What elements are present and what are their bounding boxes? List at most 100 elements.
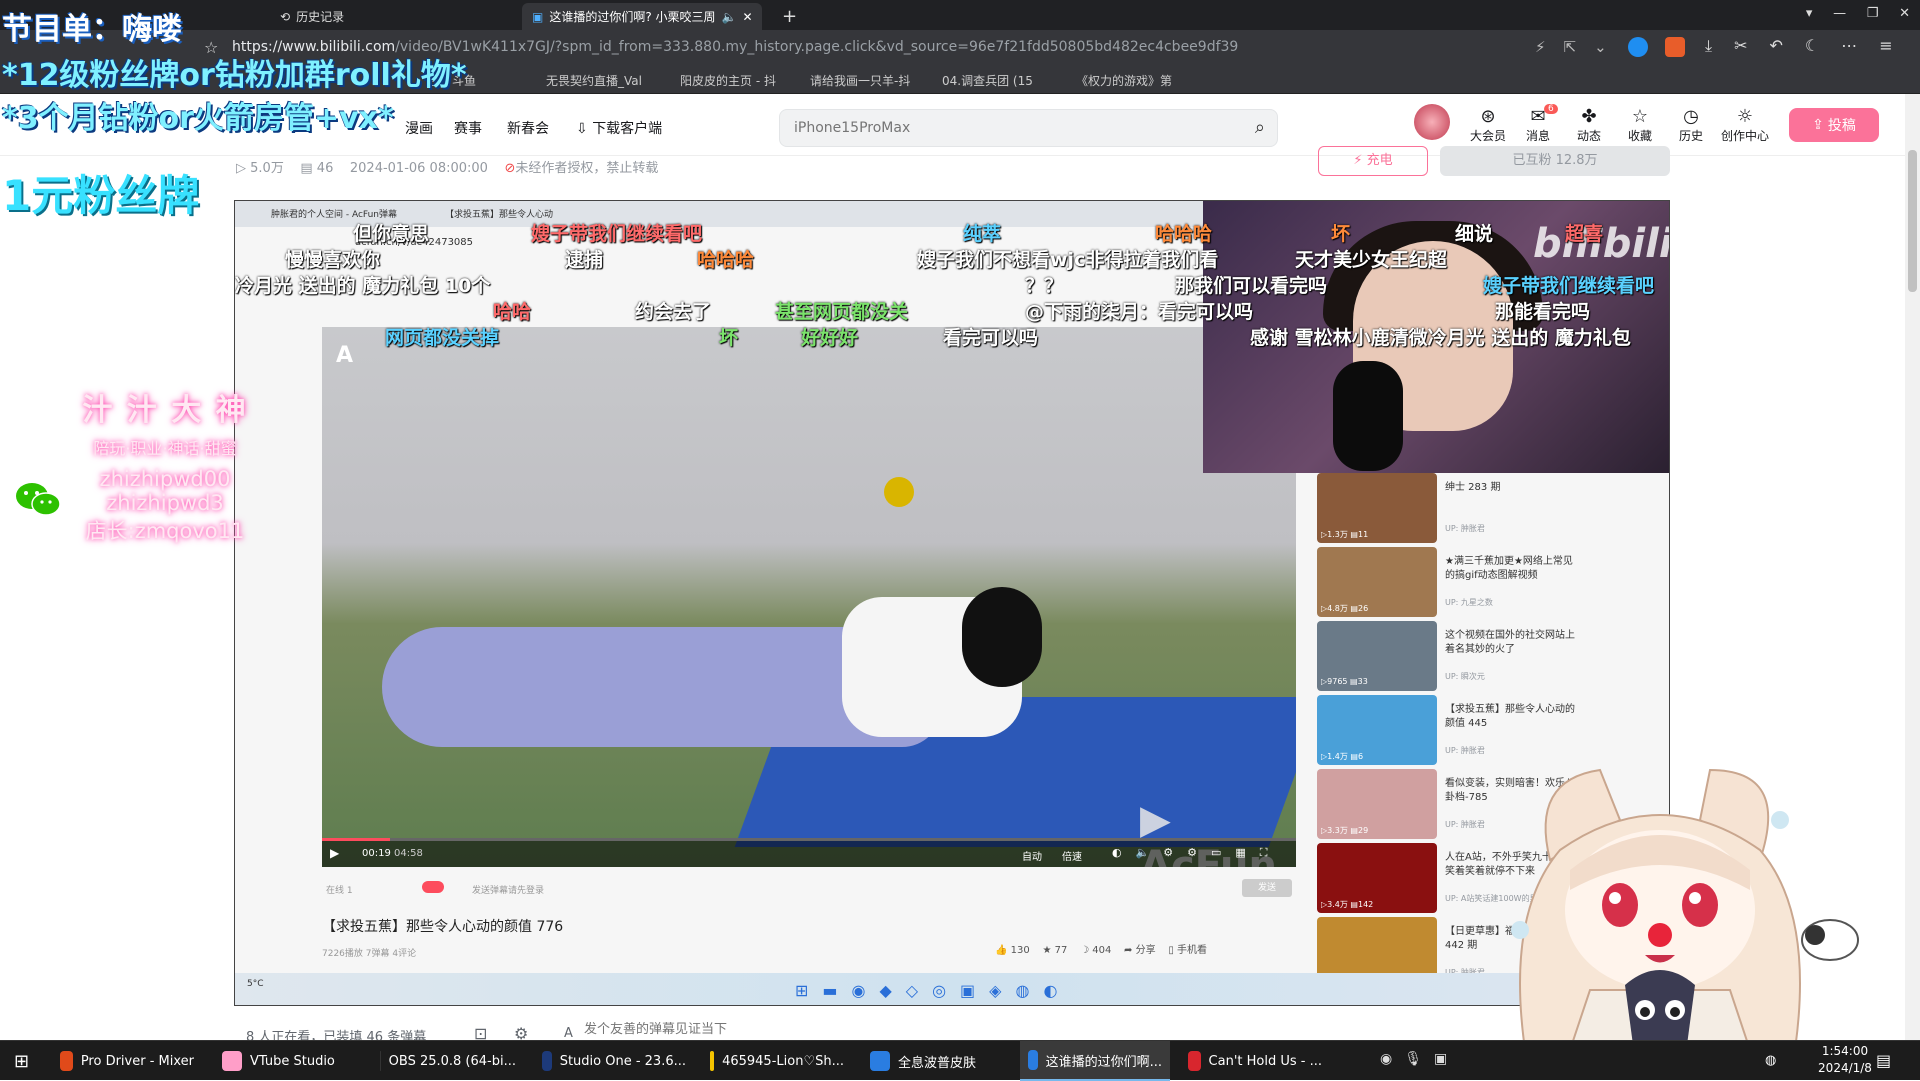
header-history[interactable]: ◷ 历史 — [1671, 107, 1711, 144]
header-creator[interactable]: ☼ 创作中心 — [1718, 107, 1772, 144]
danmaku-comment: 嫂子带我们继续看吧 — [1483, 275, 1655, 297]
inner-progress-fill — [322, 838, 391, 841]
new-tab-button[interactable]: + — [772, 3, 802, 30]
browser-actions: ⤓✂↶☾⋯≡ — [1705, 36, 1915, 56]
scrollbar-thumb[interactable] — [1908, 150, 1917, 292]
related-danmaku: 29 — [1358, 826, 1369, 835]
more-icon[interactable]: ⋯ — [1841, 36, 1879, 55]
bookmark-item[interactable]: 04.调查兵团 (15 — [942, 72, 1033, 89]
forbid-icon: ⊘ — [504, 161, 516, 176]
taskbar-app[interactable]: Pro Driver - Mixer — [52, 1041, 202, 1081]
tray-icon-2[interactable]: ▣ — [1434, 1051, 1459, 1067]
search-box: ⌕ — [779, 109, 1278, 147]
upload-button[interactable]: ⇪ 投稿 — [1789, 108, 1879, 142]
inner-danmaku-toggle — [422, 881, 444, 893]
chevron-down-icon[interactable]: ⌄ — [1594, 38, 1625, 56]
danmaku-comment: 超喜 — [1565, 223, 1604, 245]
taskbar-app[interactable]: Studio One - 23.6... — [534, 1041, 694, 1081]
scissors-icon[interactable]: ✂ — [1734, 36, 1769, 55]
inner-actions: 👍 130 ★ 77 ☽ 404 ➦ 分享 ▯ 手机看 — [995, 941, 1207, 956]
minimize-icon[interactable]: — — [1833, 6, 1846, 21]
video-player[interactable]: 肿胀君的个人空间 - AcFun弹幕 【求投五蕉】那些令人心动 acfun.cn… — [234, 200, 1670, 1006]
taskbar-app-label: Pro Driver - Mixer — [80, 1053, 194, 1069]
nav-item[interactable]: 漫画 — [405, 118, 433, 138]
taskbar-app[interactable]: 这谁播的过你们啊... — [1020, 1041, 1170, 1081]
start-button[interactable]: ⊞ — [6, 1041, 37, 1081]
inner-weather: 5°C — [247, 979, 264, 989]
search-input[interactable] — [780, 110, 1220, 146]
browser-tab-bar: ⟲ 历史记录 ▣ 这谁播的过你们啊? 小栗咬三周 🔈 ✕ + ▾ — ❐ ✕ — [0, 0, 1920, 30]
mute-icon[interactable]: 🔈 — [722, 10, 737, 24]
nav-item[interactable]: 赛事 — [454, 118, 482, 138]
overlay-vip: *3个月钻粉or火箭房管+vx* — [2, 101, 394, 136]
restore-icon[interactable]: ❐ — [1867, 6, 1879, 21]
bookmark-item[interactable]: 请给我画一只羊-抖 — [810, 72, 910, 89]
taskbar-app[interactable]: OBS 25.0.8 (64-bi... — [372, 1041, 524, 1081]
danmaku-comment: 哈哈 — [493, 301, 532, 323]
related-stats: ▷9765 ▤33 — [1321, 677, 1368, 686]
flash-icon[interactable]: ⚡ — [1535, 38, 1564, 56]
font-icon[interactable]: A — [564, 1026, 573, 1041]
danmaku-comment: 嫂子带我们继续看吧 — [531, 223, 703, 245]
extension-icon[interactable] — [1628, 37, 1648, 57]
nav-item[interactable]: 新春会 — [507, 118, 549, 138]
bookmark-item[interactable]: 阳皮皮的主页 - 抖 — [680, 72, 776, 89]
search-icon[interactable]: ⌕ — [1255, 117, 1265, 138]
danmaku-comment: 细说 — [1455, 223, 1494, 245]
download-icon[interactable]: ⤓ — [1705, 36, 1734, 55]
taskbar-app[interactable]: Can't Hold Us - ... — [1180, 1041, 1330, 1081]
close-icon[interactable]: ✕ — [742, 10, 752, 24]
header-dynamic[interactable]: ✤ 动态 — [1569, 107, 1609, 144]
bookmark-item[interactable]: 无畏契约直播_Val — [546, 72, 642, 89]
bookmark-item[interactable]: 《权力的游戏》第 — [1076, 72, 1172, 89]
nav-download-client[interactable]: ⇩ 下载客户端 — [576, 118, 662, 138]
overlay-program: 节目单：嗨喽 — [2, 12, 182, 47]
ime-icon[interactable]: ◍ — [1765, 1053, 1776, 1068]
taskbar-app[interactable]: 465945-Lion♡Sh... — [702, 1041, 852, 1081]
related-views: 4.8万 — [1327, 604, 1348, 613]
nav-label: 下载客户端 — [592, 121, 663, 137]
extension-icon-2[interactable] — [1665, 37, 1685, 57]
inner-windows-taskbar: 5°C ⊞▬◉◆◇◎▣◈◍◐ — [235, 973, 1669, 1005]
menu-icon[interactable]: ≡ — [1879, 36, 1914, 55]
danmaku-count: 46 — [316, 161, 334, 176]
taskbar-app[interactable]: VTube Studio — [214, 1041, 364, 1081]
play-count-icon: ▷ — [236, 161, 246, 176]
close-window-icon[interactable]: ✕ — [1899, 6, 1910, 21]
share-icon[interactable]: ⇱ — [1564, 38, 1595, 56]
header-favorites[interactable]: ☆ 收藏 — [1620, 107, 1660, 144]
header-message[interactable]: ✉ 消息 6 — [1518, 104, 1558, 144]
related-views: 1.4万 — [1327, 752, 1348, 761]
related-stats: ▷3.4万 ▤142 — [1321, 900, 1374, 909]
inner-taskbar-icons: ⊞▬◉◆◇◎▣◈◍◐ — [795, 981, 1072, 1000]
tab-current-video[interactable]: ▣ 这谁播的过你们啊? 小栗咬三周 🔈 ✕ — [522, 3, 762, 30]
tab-history[interactable]: ⟲ 历史记录 — [270, 3, 520, 30]
header-vip[interactable]: ⊛ 大会员 — [1468, 107, 1508, 144]
related-stats: ▷1.4万 ▤6 — [1321, 752, 1364, 761]
taskbar-app[interactable]: 全息波普皮肤 — [862, 1041, 1012, 1081]
app-icon — [222, 1051, 242, 1071]
moon-icon[interactable]: ☾ — [1805, 36, 1841, 55]
related-title: 这个视频在国外的社交网站上着名其妙的火了 — [1445, 630, 1575, 655]
vtuber-avatar — [1511, 768, 1859, 1080]
danmaku-input[interactable] — [584, 1022, 984, 1037]
follow-button[interactable]: 已互粉 12.8万 — [1440, 146, 1670, 176]
mic-icon[interactable]: 🎙 — [1404, 1051, 1434, 1067]
charge-button[interactable]: ⚡ 充电 — [1318, 146, 1428, 176]
taskbar-app-label: 465945-Lion♡Sh... — [722, 1053, 844, 1069]
url-path: /video/BV1wK411x7GJ/?spm_id_from=333.880… — [395, 39, 1239, 55]
taskbar-app-label: Studio One - 23.6... — [559, 1053, 686, 1069]
taskbar-app-label: 这谁播的过你们啊... — [1045, 1054, 1162, 1070]
banana-icon: ☽ — [1080, 945, 1090, 956]
taskbar-clock[interactable]: 1:54:00 2024/1/8 — [1800, 1043, 1890, 1077]
tab-list-icon[interactable]: ▾ — [1806, 6, 1813, 21]
tray-icon[interactable]: ◉ — [1380, 1051, 1404, 1067]
wechat-icon — [16, 483, 61, 516]
inner-coins: 404 — [1092, 945, 1112, 956]
danmaku-comment: 但你意思 — [353, 223, 430, 245]
undo-icon[interactable]: ↶ — [1769, 36, 1804, 55]
avatar[interactable] — [1414, 104, 1450, 140]
related-uploader: UP: 瞬次元 — [1445, 672, 1485, 681]
danmaku-comment: 那我们可以看完吗 — [1175, 275, 1328, 297]
danmaku-comment: 网页都没关掉 — [385, 327, 500, 349]
